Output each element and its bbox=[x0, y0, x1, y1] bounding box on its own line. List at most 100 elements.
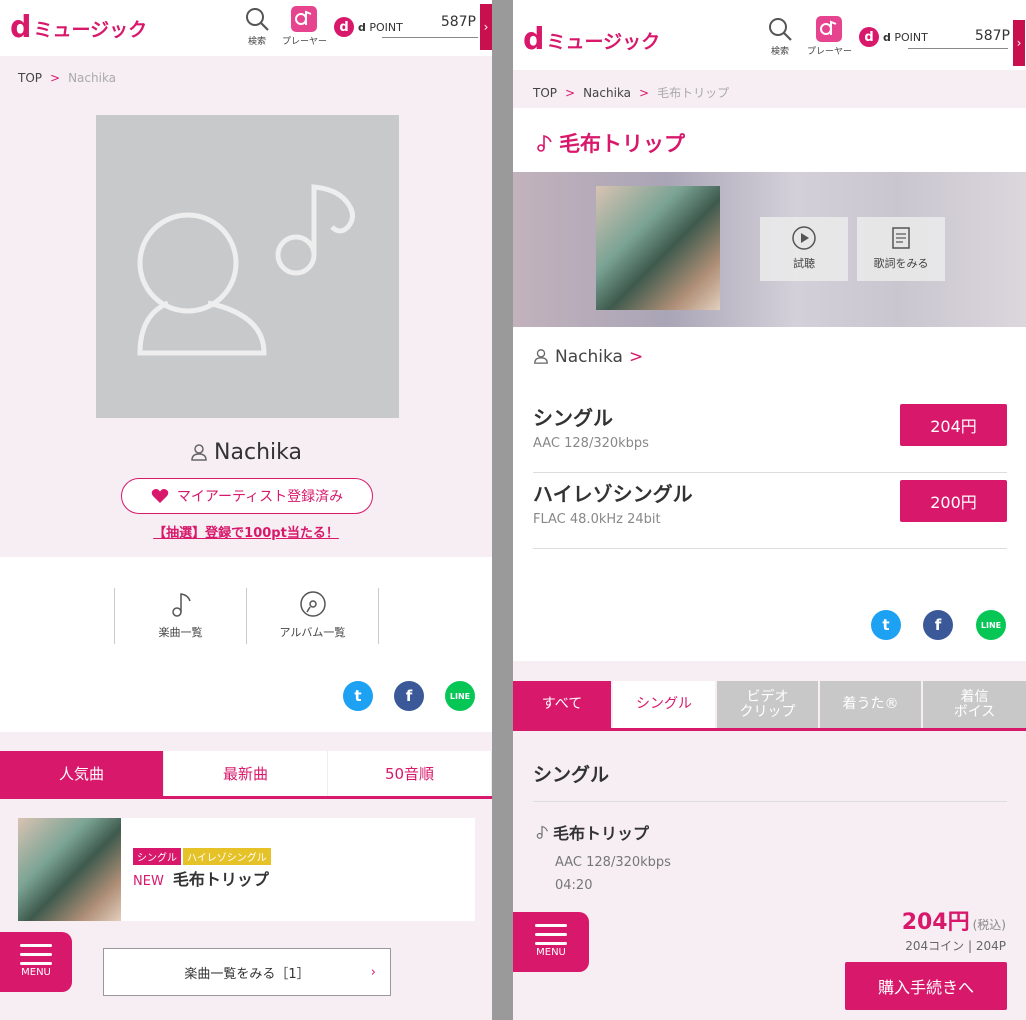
tab-popular[interactable]: 人気曲 bbox=[0, 751, 164, 796]
content-type-tabs: すべて シングル ビデオ クリップ 着うた® 着信 ボイス bbox=[513, 681, 1026, 731]
track-format: AAC 128/320kbps bbox=[555, 855, 671, 870]
lyrics-label: 歌詞をみる bbox=[873, 257, 929, 270]
music-note-icon bbox=[536, 825, 549, 839]
search-label: 検索 bbox=[770, 47, 789, 57]
my-artist-button[interactable]: マイアーティスト登録済み bbox=[121, 478, 373, 514]
header: d ミュージック 検索 プレーヤー d d POINT 587P › bbox=[513, 0, 1026, 70]
tab-newest[interactable]: 最新曲 bbox=[164, 751, 328, 796]
songs-list-label: 楽曲一覧 bbox=[158, 626, 203, 639]
music-note-icon bbox=[537, 135, 552, 152]
track-price: 204円 (税込) bbox=[901, 910, 1006, 935]
artist-placeholder-icon bbox=[137, 184, 355, 356]
artist-page-panel: d ミュージック 検索 プレーヤー d d POINT 587P › TOP > N… bbox=[0, 0, 492, 1020]
logo-d: d bbox=[523, 22, 545, 57]
track-name[interactable]: 毛布トリップ bbox=[535, 820, 649, 844]
hamburger-icon bbox=[20, 944, 52, 965]
breadcrumb-top[interactable]: TOP bbox=[18, 71, 42, 85]
player-button[interactable]: プレーヤー bbox=[282, 6, 328, 47]
sort-tabs: 人気曲 最新曲 50音順 bbox=[0, 751, 492, 799]
person-icon bbox=[191, 444, 207, 461]
song-title-text: 毛布トリップ bbox=[559, 132, 685, 156]
format-desc: FLAC 48.0kHz 24bit bbox=[533, 512, 661, 527]
facebook-share-button[interactable]: f bbox=[394, 681, 424, 711]
twitter-icon: t bbox=[354, 687, 362, 705]
dmusic-logo[interactable]: d ミュージック bbox=[10, 10, 147, 45]
breadcrumb-top[interactable]: TOP bbox=[533, 86, 557, 100]
song-title: 毛布トリップ bbox=[172, 870, 269, 889]
search-icon bbox=[246, 8, 269, 31]
lyrics-icon bbox=[892, 227, 910, 249]
player-label: プレーヤー bbox=[282, 37, 328, 47]
breadcrumb-current: 毛布トリップ bbox=[657, 86, 730, 100]
logo-d: d bbox=[10, 10, 32, 45]
lyrics-button[interactable]: 歌詞をみる bbox=[857, 217, 945, 281]
heart-icon bbox=[151, 489, 169, 503]
logo-text: ミュージック bbox=[546, 30, 661, 53]
chevron-right-icon: › bbox=[370, 964, 376, 980]
search-button[interactable]: 検索 bbox=[235, 6, 279, 47]
points-tab[interactable]: › bbox=[1013, 20, 1025, 66]
dpoint-label: d POINT bbox=[883, 30, 928, 44]
breadcrumb-artist[interactable]: Nachika bbox=[583, 86, 631, 100]
tax-note: (税込) bbox=[972, 918, 1006, 932]
checkout-button[interactable]: 購入手続きへ bbox=[845, 962, 1007, 1010]
track-coin-price: 204コイン | 204P bbox=[905, 939, 1006, 953]
line-icon: LINE bbox=[449, 691, 471, 701]
divider bbox=[378, 588, 379, 644]
tab-ringtone-voice[interactable]: 着信 ボイス bbox=[923, 681, 1026, 728]
tab-alphabetical[interactable]: 50音順 bbox=[328, 751, 492, 796]
breadcrumb: TOP > Nachika > 毛布トリップ bbox=[533, 84, 729, 101]
my-artist-label: マイアーティスト登録済み bbox=[176, 489, 344, 505]
twitter-icon: t bbox=[882, 616, 890, 634]
lottery-link[interactable]: 【抽選】登録で100pt当たる！ bbox=[0, 522, 492, 541]
breadcrumb-separator: > bbox=[639, 86, 650, 100]
song-page-panel: d ミュージック 検索 プレーヤー d d POINT 587P › TOP > N… bbox=[513, 0, 1026, 1020]
see-all-songs-button[interactable]: 楽曲一覧をみる［1］ › bbox=[103, 948, 391, 996]
facebook-share-button[interactable]: f bbox=[923, 610, 953, 640]
badge-hires: ハイレゾシングル bbox=[183, 848, 271, 865]
tab-all[interactable]: すべて bbox=[513, 681, 613, 728]
track-name-text: 毛布トリップ bbox=[553, 824, 650, 843]
breadcrumb-separator: > bbox=[50, 71, 61, 85]
menu-button[interactable]: MENU bbox=[0, 932, 72, 992]
buy-hires-button[interactable]: 200円 bbox=[900, 480, 1007, 522]
song-card[interactable]: シングル ハイレゾシングル NEW 毛布トリップ bbox=[18, 818, 475, 921]
buy-single-button[interactable]: 204円 bbox=[900, 404, 1007, 446]
header: d ミュージック 検索 プレーヤー d d POINT 587P › bbox=[0, 0, 492, 56]
points-balance: 587P bbox=[974, 28, 1010, 44]
section-title: シングル bbox=[533, 764, 610, 786]
tab-video-clip[interactable]: ビデオ クリップ bbox=[717, 681, 820, 728]
albums-list-label: アルバム一覧 bbox=[279, 626, 346, 639]
line-icon: LINE bbox=[980, 620, 1002, 630]
dmusic-logo[interactable]: d ミュージック bbox=[523, 22, 661, 57]
menu-button[interactable]: MENU bbox=[513, 912, 589, 972]
line-share-button[interactable]: LINE bbox=[976, 610, 1006, 640]
album-jacket bbox=[596, 186, 720, 310]
format-name: シングル bbox=[533, 406, 613, 430]
format-row-hires: ハイレゾシングル FLAC 48.0kHz 24bit 200円 bbox=[533, 474, 1007, 549]
song-title-row: NEW 毛布トリップ bbox=[133, 866, 269, 890]
divider bbox=[533, 801, 1007, 802]
twitter-share-button[interactable]: t bbox=[871, 610, 901, 640]
points-tab[interactable]: › bbox=[480, 4, 492, 50]
albums-list-link[interactable]: アルバム一覧 bbox=[247, 588, 378, 644]
dpoint-logo: d bbox=[859, 27, 879, 47]
preview-label: 試聴 bbox=[793, 257, 815, 270]
artist-name-text: Nachika bbox=[214, 440, 302, 465]
artist-name: Nachika bbox=[555, 347, 623, 367]
songs-list-link[interactable]: 楽曲一覧 bbox=[115, 588, 246, 644]
tab-chaku-uta[interactable]: 着うた® bbox=[820, 681, 923, 728]
points-underline bbox=[908, 48, 1008, 49]
disc-icon bbox=[299, 591, 326, 617]
dpoint-logo: d bbox=[334, 17, 354, 37]
player-button[interactable]: プレーヤー bbox=[807, 16, 852, 57]
breadcrumb-separator: > bbox=[565, 86, 576, 100]
search-icon bbox=[769, 18, 792, 41]
search-button[interactable]: 検索 bbox=[758, 16, 802, 57]
twitter-share-button[interactable]: t bbox=[343, 681, 373, 711]
tab-single[interactable]: シングル bbox=[613, 681, 717, 728]
preview-button[interactable]: 試聴 bbox=[760, 217, 848, 281]
artist-link[interactable]: Nachika > bbox=[533, 347, 643, 367]
song-badges: シングル ハイレゾシングル bbox=[133, 846, 273, 865]
line-share-button[interactable]: LINE bbox=[445, 681, 475, 711]
